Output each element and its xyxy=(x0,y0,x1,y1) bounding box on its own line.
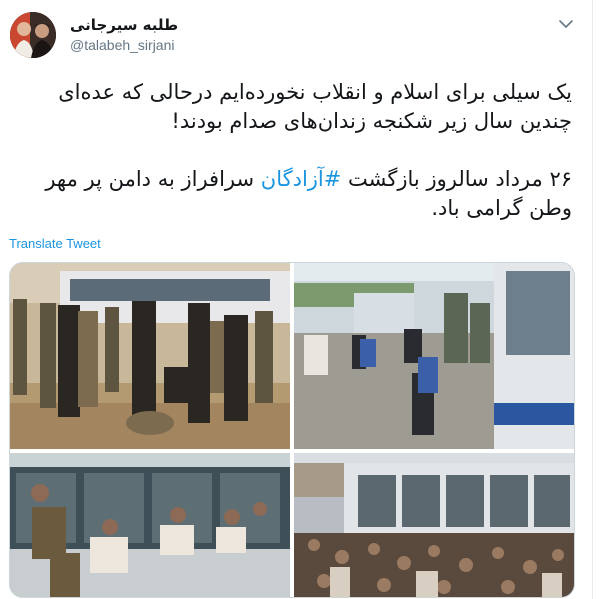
photo-image xyxy=(294,263,574,449)
author-avatar[interactable] xyxy=(10,12,56,58)
tweet-paragraph-1: یک سیلی برای اسلام و انقلاب نخورده‌ایم د… xyxy=(58,80,572,133)
photo-bus-windows[interactable] xyxy=(10,453,290,597)
photo-image xyxy=(10,263,290,449)
photo-motorcade-buses[interactable] xyxy=(294,263,574,449)
author-handle[interactable]: @talabeh_sirjani xyxy=(70,37,175,53)
author-display-name[interactable]: طلبه سیرجانی xyxy=(70,16,178,34)
tweet-card: طلبه سیرجانی @talabeh_sirjani یک سیلی بر… xyxy=(0,0,593,599)
hashtag-link[interactable]: #آزادگان xyxy=(261,167,342,191)
tweet-text-segment: ۲۶ مرداد سالروز بازگشت xyxy=(341,167,572,191)
chevron-down-icon xyxy=(559,20,573,28)
tweet-paragraph-2: ۲۶ مرداد سالروز بازگشت #آزادگان سرافراز … xyxy=(12,165,572,223)
tweet-text: یک سیلی برای اسلام و انقلاب نخورده‌ایم د… xyxy=(12,78,572,223)
tweet-menu-button[interactable] xyxy=(556,14,576,34)
photo-image xyxy=(294,453,574,597)
media-grid xyxy=(9,262,575,598)
photo-returnees-kneeling[interactable] xyxy=(10,263,290,449)
translate-tweet-link[interactable]: Translate Tweet xyxy=(9,236,101,251)
photo-crowd-welcome[interactable] xyxy=(294,453,574,597)
profile-photo-icon xyxy=(10,12,56,58)
photo-image xyxy=(10,453,290,597)
